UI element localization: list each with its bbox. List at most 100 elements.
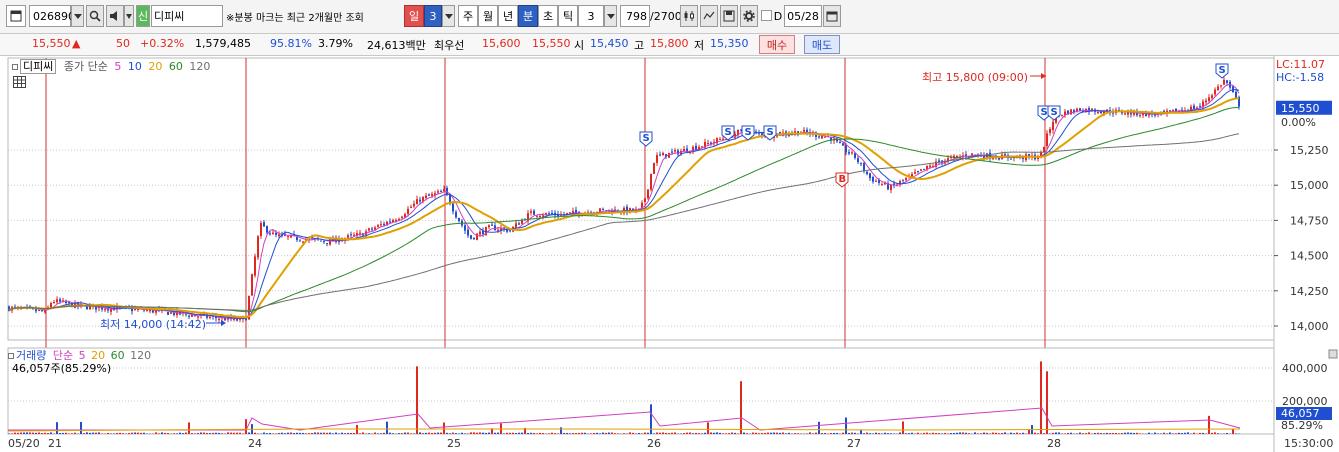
intraday-chart[interactable]: 15,25015,00014,75014,50014,25014,000SS S S… xyxy=(0,56,1339,452)
chart-table-toggle[interactable] xyxy=(13,76,26,91)
period-year-button[interactable]: 년 xyxy=(498,5,518,27)
volume-bar xyxy=(821,432,823,434)
volume-panel: 400,000200,00046,05785.29% xyxy=(7,347,1338,435)
candle-body xyxy=(674,150,676,152)
candle-body xyxy=(353,234,355,236)
buy-button[interactable]: 매수 xyxy=(759,35,795,54)
volume-bar xyxy=(1130,432,1132,434)
period-dropdown-button[interactable] xyxy=(442,5,455,27)
volume-bar xyxy=(980,433,982,434)
volume-bar xyxy=(368,433,370,434)
interval-dropdown-button[interactable] xyxy=(604,5,617,27)
ma-period-label: 20 xyxy=(144,60,163,73)
code-dropdown-button[interactable] xyxy=(71,5,84,27)
interval-input[interactable]: 3 xyxy=(578,5,604,27)
volume-bar xyxy=(596,432,598,434)
zoom-button[interactable] xyxy=(700,5,718,27)
candle-body xyxy=(59,299,61,302)
volume-bar xyxy=(275,433,277,434)
candle-toggle-button[interactable] xyxy=(680,5,698,27)
volume-bar xyxy=(770,432,772,434)
volume-bar xyxy=(863,433,865,434)
volume-bar xyxy=(761,433,763,434)
volume-bar xyxy=(110,433,112,434)
volume-bar xyxy=(143,432,145,434)
collapse-icon[interactable] xyxy=(12,64,18,70)
candle-body xyxy=(803,129,805,132)
period-day-value[interactable]: 3 xyxy=(424,5,442,27)
volume-ma-period-label: 120 xyxy=(126,349,152,362)
date-input[interactable]: 05/28 xyxy=(784,5,822,27)
period-week-button[interactable]: 주 xyxy=(458,5,478,27)
candle-body xyxy=(257,236,259,258)
volume-bar xyxy=(872,433,874,434)
volume-bar xyxy=(974,432,976,434)
window-menu-icon[interactable] xyxy=(6,5,26,27)
candle-body xyxy=(1217,86,1219,91)
save-icon xyxy=(723,10,735,22)
search-button[interactable] xyxy=(86,5,104,27)
period-minute-button[interactable]: 분 xyxy=(518,5,538,27)
settings-button[interactable] xyxy=(740,5,758,27)
volume-bar xyxy=(851,432,853,434)
volume-bar xyxy=(608,432,610,434)
speaker-dropdown-button[interactable] xyxy=(124,5,134,27)
x-axis-label: 26 xyxy=(647,437,661,450)
volume-bar xyxy=(455,433,457,434)
sell-button[interactable]: 매도 xyxy=(804,35,840,54)
volume-bar xyxy=(380,433,382,434)
candle-body xyxy=(266,226,268,233)
candle-body xyxy=(1226,80,1228,83)
save-button[interactable] xyxy=(720,5,738,27)
volume-bar xyxy=(866,432,868,434)
volume-tick-label: 400,000 xyxy=(1282,362,1328,375)
candle-body xyxy=(410,206,412,208)
period-second-button[interactable]: 초 xyxy=(538,5,558,27)
volume-bar xyxy=(548,433,550,434)
period-day-button[interactable]: 일 xyxy=(404,5,424,27)
candle-body xyxy=(371,228,373,230)
volume-bar xyxy=(776,432,778,434)
calendar-button[interactable] xyxy=(823,5,841,27)
volume-bar xyxy=(89,432,91,434)
volume-bar xyxy=(254,432,256,434)
hc-label: HC:-1.58 xyxy=(1276,71,1325,84)
volume-bar xyxy=(101,433,103,434)
candle-body xyxy=(671,151,673,153)
volume-scroll-button xyxy=(1328,349,1338,359)
volume-bar xyxy=(773,432,775,434)
volume-bar xyxy=(1154,432,1156,434)
volume-bar xyxy=(593,432,595,434)
volume-bar xyxy=(86,432,88,434)
period-tick-button[interactable]: 틱 xyxy=(558,5,578,27)
volume-bar xyxy=(68,433,70,434)
volume-bar xyxy=(1067,432,1069,434)
date-checkbox[interactable] xyxy=(761,10,772,21)
collapse-icon[interactable] xyxy=(8,353,14,359)
candle-body xyxy=(368,228,370,231)
candle-body xyxy=(857,158,859,163)
candle-body xyxy=(437,191,439,193)
stock-code-input[interactable]: 026890 xyxy=(29,5,75,27)
candle-body xyxy=(272,232,274,235)
candle-body xyxy=(851,152,853,154)
candle-body xyxy=(542,215,544,217)
volume-bar xyxy=(1181,433,1183,434)
volume-bar xyxy=(185,432,187,434)
volume-bar xyxy=(314,432,316,434)
candle-body xyxy=(914,171,916,174)
volume-bar xyxy=(131,432,133,434)
stock-name-field[interactable]: 디피씨 xyxy=(151,5,223,27)
count-input[interactable]: 798 xyxy=(620,5,650,27)
price-plot-area xyxy=(7,57,1275,341)
volume-bar xyxy=(1235,433,1237,434)
period-month-button[interactable]: 월 xyxy=(478,5,498,27)
candle-body xyxy=(35,309,37,312)
volume-bar xyxy=(17,432,19,434)
candle-body xyxy=(839,141,841,144)
volume-bar xyxy=(563,432,565,434)
volume-bar xyxy=(410,433,412,434)
low-price: 15,350 xyxy=(710,37,749,50)
speaker-button[interactable] xyxy=(106,5,124,27)
volume-bar xyxy=(854,432,856,434)
